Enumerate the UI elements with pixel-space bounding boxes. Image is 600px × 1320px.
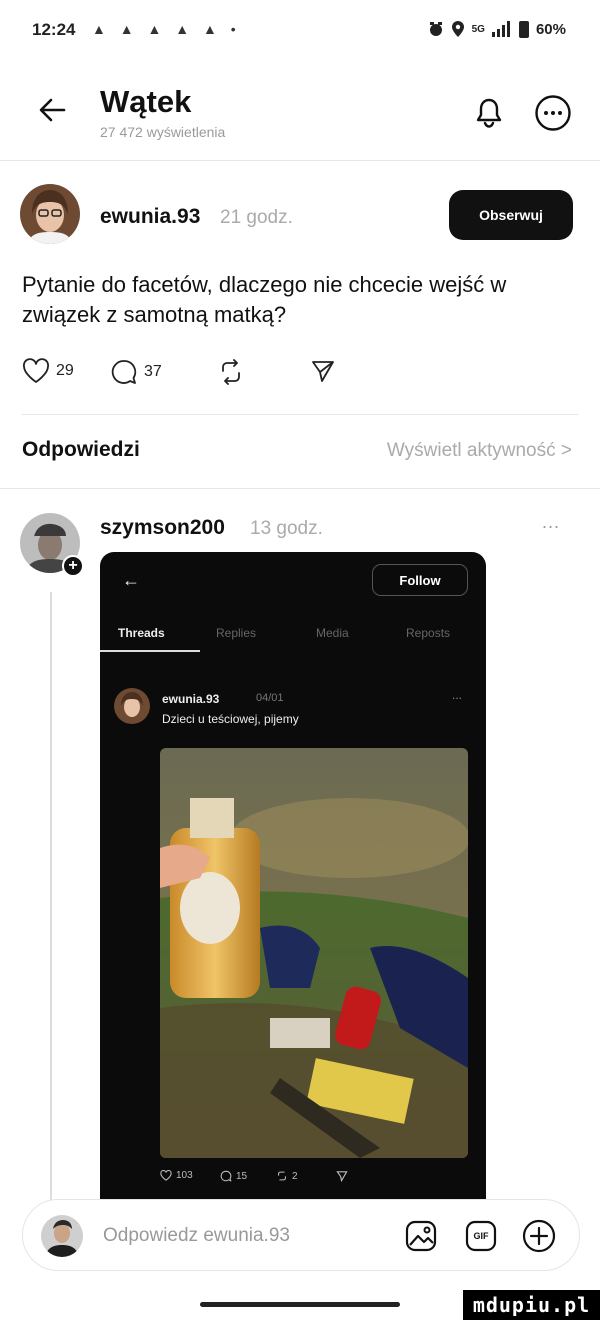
screenshot-comment-icon xyxy=(220,1170,232,1182)
follow-plus-badge[interactable]: + xyxy=(62,555,84,577)
comment-count: 37 xyxy=(144,363,162,380)
header-divider xyxy=(0,160,600,161)
status-bar: 12:24 ▲ ▲ ▲ ▲ ▲ • 5G 60% xyxy=(0,0,600,60)
post-timestamp: 21 godz. xyxy=(220,207,293,228)
screenshot-post-text: Dzieci u teściowej, pijemy xyxy=(162,712,299,726)
screenshot-heart-icon xyxy=(160,1170,172,1181)
screenshot-tab-media: Media xyxy=(316,626,349,640)
screenshot-share xyxy=(336,1170,348,1182)
screenshot-repost-icon xyxy=(278,1171,286,1181)
screenshot-comment: 15 xyxy=(220,1170,247,1182)
reply-timestamp: 13 godz. xyxy=(250,518,323,539)
post-actions: 29 37 xyxy=(22,358,422,394)
bell-icon[interactable] xyxy=(472,96,506,130)
screenshot-tab-reposts: Reposts xyxy=(406,626,451,640)
post-author-avatar[interactable] xyxy=(20,184,80,244)
page-title: Wątek xyxy=(100,84,192,119)
like-button[interactable]: 29 xyxy=(22,358,74,384)
screenshot-like-count: 103 xyxy=(176,1170,193,1181)
screenshot-like: 103 xyxy=(160,1170,193,1181)
view-count: 27 472 wyświetlenia xyxy=(100,124,226,140)
screenshot-comment-count: 15 xyxy=(236,1170,248,1182)
signal-icon xyxy=(491,21,510,37)
screenshot-send-icon xyxy=(336,1171,348,1182)
image-icon[interactable] xyxy=(403,1218,439,1254)
screenshot-tab-threads: Threads xyxy=(118,626,165,640)
gif-icon-label: GIF xyxy=(474,1231,490,1241)
thread-line xyxy=(50,592,52,1202)
repost-icon xyxy=(222,359,240,385)
screenshot-actions: 103 15 2 xyxy=(160,1170,460,1188)
heart-icon xyxy=(23,358,49,383)
repost-button[interactable] xyxy=(218,358,244,386)
back-arrow-icon[interactable] xyxy=(34,92,70,128)
composer-avatar xyxy=(41,1215,83,1257)
status-right: 5G 60% xyxy=(428,20,566,38)
view-activity-link[interactable]: Wyświetl aktywność > xyxy=(387,440,572,462)
post-text: Pytanie do facetów, dlaczego nie chcecie… xyxy=(22,272,507,327)
screenshot-tab-replies: Replies xyxy=(216,626,257,640)
reply-more-button[interactable]: ... xyxy=(542,512,560,533)
home-indicator[interactable] xyxy=(200,1302,400,1307)
screenshot-tab-underline xyxy=(100,650,200,652)
thread-header: Wątek 27 472 wyświetlenia xyxy=(0,78,600,158)
comment-button[interactable]: 37 xyxy=(110,358,162,386)
replies-divider xyxy=(0,488,600,489)
screenshot-photo xyxy=(160,748,468,1158)
status-time: 12:24 xyxy=(32,20,76,39)
screenshot-back-icon: ← xyxy=(122,570,140,590)
gif-icon[interactable]: GIF xyxy=(463,1218,499,1254)
network-label: 5G xyxy=(471,23,485,35)
reply-author-name[interactable]: szymson200 xyxy=(100,516,225,540)
composer-placeholder[interactable]: Odpowiedz ewunia.93 xyxy=(103,1225,290,1247)
reply-composer[interactable]: Odpowiedz ewunia.93 GIF xyxy=(22,1199,580,1271)
screenshot-more: ... xyxy=(452,688,463,702)
watermark: mdupiu.pl xyxy=(463,1290,600,1320)
send-icon xyxy=(312,361,334,382)
share-button[interactable] xyxy=(310,358,336,384)
screenshot-author-avatar xyxy=(114,688,150,724)
comment-icon xyxy=(111,360,137,384)
screenshot-repost-count: 2 xyxy=(292,1170,298,1182)
location-icon xyxy=(451,21,464,37)
battery-level: 60% xyxy=(535,20,566,38)
reply-screenshot-image[interactable]: ← Follow Threads Replies Media Reposts e… xyxy=(100,552,486,1200)
battery-icon xyxy=(518,20,529,38)
like-count: 29 xyxy=(56,362,74,379)
screenshot-repost: 2 xyxy=(276,1170,298,1182)
add-circle-icon[interactable] xyxy=(521,1218,557,1254)
more-options-icon[interactable] xyxy=(534,94,572,132)
replies-heading: Odpowiedzi xyxy=(22,438,140,461)
screenshot-timestamp: 04/01 xyxy=(256,692,284,704)
screenshot-author-name: ewunia.93 xyxy=(162,692,220,706)
post-author-name[interactable]: ewunia.93 xyxy=(100,205,200,229)
screenshot-follow-button: Follow xyxy=(372,564,468,596)
notification-icons: ▲ ▲ ▲ ▲ ▲ • xyxy=(92,21,241,37)
follow-button[interactable]: Obserwuj xyxy=(449,190,573,240)
screenshot-tabs: Threads Replies Media Reposts xyxy=(100,622,486,648)
alarm-icon xyxy=(429,22,442,36)
post-divider xyxy=(22,414,578,415)
